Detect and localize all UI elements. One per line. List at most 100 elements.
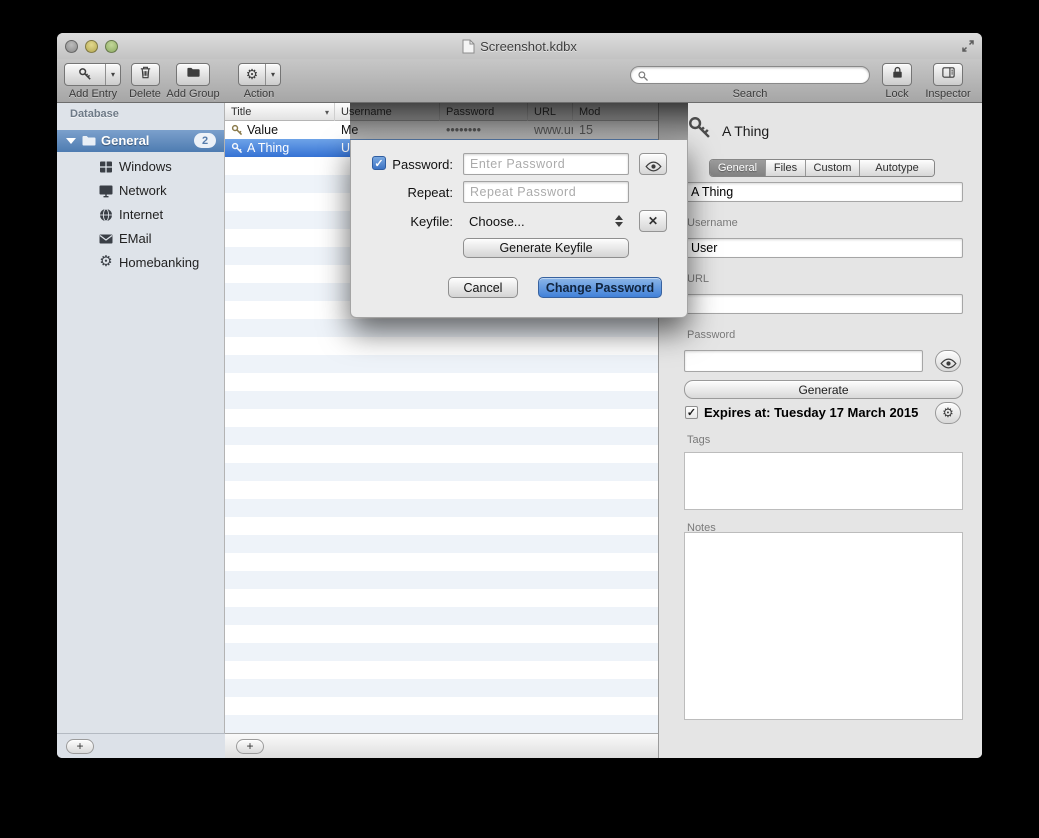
close-button[interactable] [65,40,78,53]
column-header-title[interactable]: Title ▾ [225,103,335,121]
sidebar-item-homebanking[interactable]: ⚙ Homebanking [57,251,224,275]
generate-keyfile-button[interactable]: Generate Keyfile [463,238,629,258]
sidebar-item-email[interactable]: EMail [57,227,224,251]
gear-icon: ⚙ [942,405,954,421]
url-field[interactable] [684,294,963,314]
add-entry-button[interactable]: ▾ [64,63,121,86]
sidebar-item-windows[interactable]: Windows [57,155,224,179]
sidebar: Database General 2 Windows Network [57,103,225,733]
inspector-entry-title: A Thing [722,123,769,139]
cell-title: A Thing [247,141,289,155]
network-icon [98,183,114,199]
globe-icon [98,207,114,223]
sidebar-item-label: Network [119,183,167,198]
key-icon [231,142,244,155]
search-field[interactable] [630,66,870,84]
search-label: Search [710,88,790,100]
check-icon: ✓ [687,406,696,419]
username-field[interactable] [684,238,963,258]
trash-icon [138,65,153,85]
document-icon [462,39,475,54]
disclosure-triangle-icon[interactable] [66,138,76,144]
fullscreen-icon[interactable] [961,39,975,53]
eye-icon [645,159,662,170]
search-input[interactable] [653,68,863,82]
search-icon [637,69,649,81]
dialog-reveal-password-button[interactable] [639,153,667,175]
envelope-icon [98,231,114,247]
close-icon: ✕ [648,214,658,228]
window-title: Screenshot.kdbx [480,39,577,54]
sidebar-item-network[interactable]: Network [57,179,224,203]
password-field[interactable] [684,350,923,372]
sheet-shadow-band [350,103,688,140]
tab-files[interactable]: Files [766,160,806,176]
tab-custom[interactable]: Custom [806,160,860,176]
lock-icon [890,65,905,85]
add-group-plus-button[interactable]: + [66,739,94,754]
sort-indicator-icon: ▾ [325,108,329,117]
url-label: URL [687,273,709,285]
inspector-panel-icon [941,65,956,85]
stepper-icon[interactable] [615,215,623,227]
sidebar-item-label: Homebanking [119,255,199,270]
lock-button[interactable] [882,63,912,86]
sidebar-header: Database [70,108,119,120]
sidebar-item-label: Windows [119,159,172,174]
cancel-button[interactable]: Cancel [448,277,518,298]
group-label: General [101,133,149,148]
new-password-input[interactable] [463,153,629,175]
change-password-dialog: ✓ Password: Repeat: Keyfile: Choose... ✕… [350,140,688,318]
expires-label: Expires at: Tuesday 17 March 2015 [704,405,918,420]
title-field[interactable] [684,182,963,202]
minimize-button[interactable] [85,40,98,53]
repeat-password-input[interactable] [463,181,629,203]
inspector-toggle-button[interactable] [933,63,963,86]
eye-icon [940,356,957,367]
titlebar[interactable]: Screenshot.kdbx [57,33,982,59]
password-label: Password [687,329,735,341]
sidebar-group-general[interactable]: General 2 [57,130,224,152]
add-group-button[interactable] [176,63,210,86]
notes-textarea[interactable] [684,532,963,720]
expires-checkbox[interactable]: ✓ [685,406,698,419]
action-button[interactable]: ⚙ ▾ [238,63,281,86]
inspector-tabs: General Files Custom Autotype [709,159,935,177]
action-dropdown-icon[interactable]: ▾ [265,64,280,85]
keyfile-popup[interactable]: Choose... [463,210,629,232]
sidebar-bottom-bar: + [57,733,225,758]
cell-title: Value [247,123,278,137]
key-icon [65,64,105,85]
clear-keyfile-button[interactable]: ✕ [639,210,667,232]
username-label: Username [687,217,738,229]
inspector-panel: A Thing General Files Custom Autotype Us… [658,103,982,758]
toolbar: ▾ Add Entry Delete Add Group ⚙ ▾ Action [57,59,982,103]
folder-icon [81,133,97,149]
key-icon [231,124,244,137]
reveal-password-button[interactable] [935,350,961,372]
zoom-button[interactable] [105,40,118,53]
entry-key-icon [687,115,713,141]
gear-icon: ⚙ [239,64,265,85]
inspector-label: Inspector [908,88,982,100]
sidebar-item-label: EMail [119,231,152,246]
dialog-repeat-label: Repeat: [351,185,453,200]
dialog-keyfile-label: Keyfile: [351,214,453,229]
sidebar-item-label: Internet [119,207,163,222]
generate-password-button[interactable]: Generate [684,380,963,399]
tags-textarea[interactable] [684,452,963,510]
tab-general[interactable]: General [710,160,766,176]
screen-background: Screenshot.kdbx ▾ Add Entry Delete [0,0,1039,838]
sidebar-item-internet[interactable]: Internet [57,203,224,227]
add-entry-dropdown-icon[interactable]: ▾ [105,64,120,85]
group-count-badge: 2 [194,133,216,148]
expires-settings-button[interactable]: ⚙ [935,402,961,424]
delete-button[interactable] [131,63,160,86]
homebanking-gear-icon: ⚙ [98,253,114,271]
add-entry-plus-button[interactable]: + [236,739,264,754]
dialog-password-label: Password: [351,157,453,172]
tab-autotype[interactable]: Autotype [860,160,934,176]
keyfile-popup-value: Choose... [463,214,525,229]
change-password-button[interactable]: Change Password [538,277,662,298]
action-label: Action [219,88,299,100]
